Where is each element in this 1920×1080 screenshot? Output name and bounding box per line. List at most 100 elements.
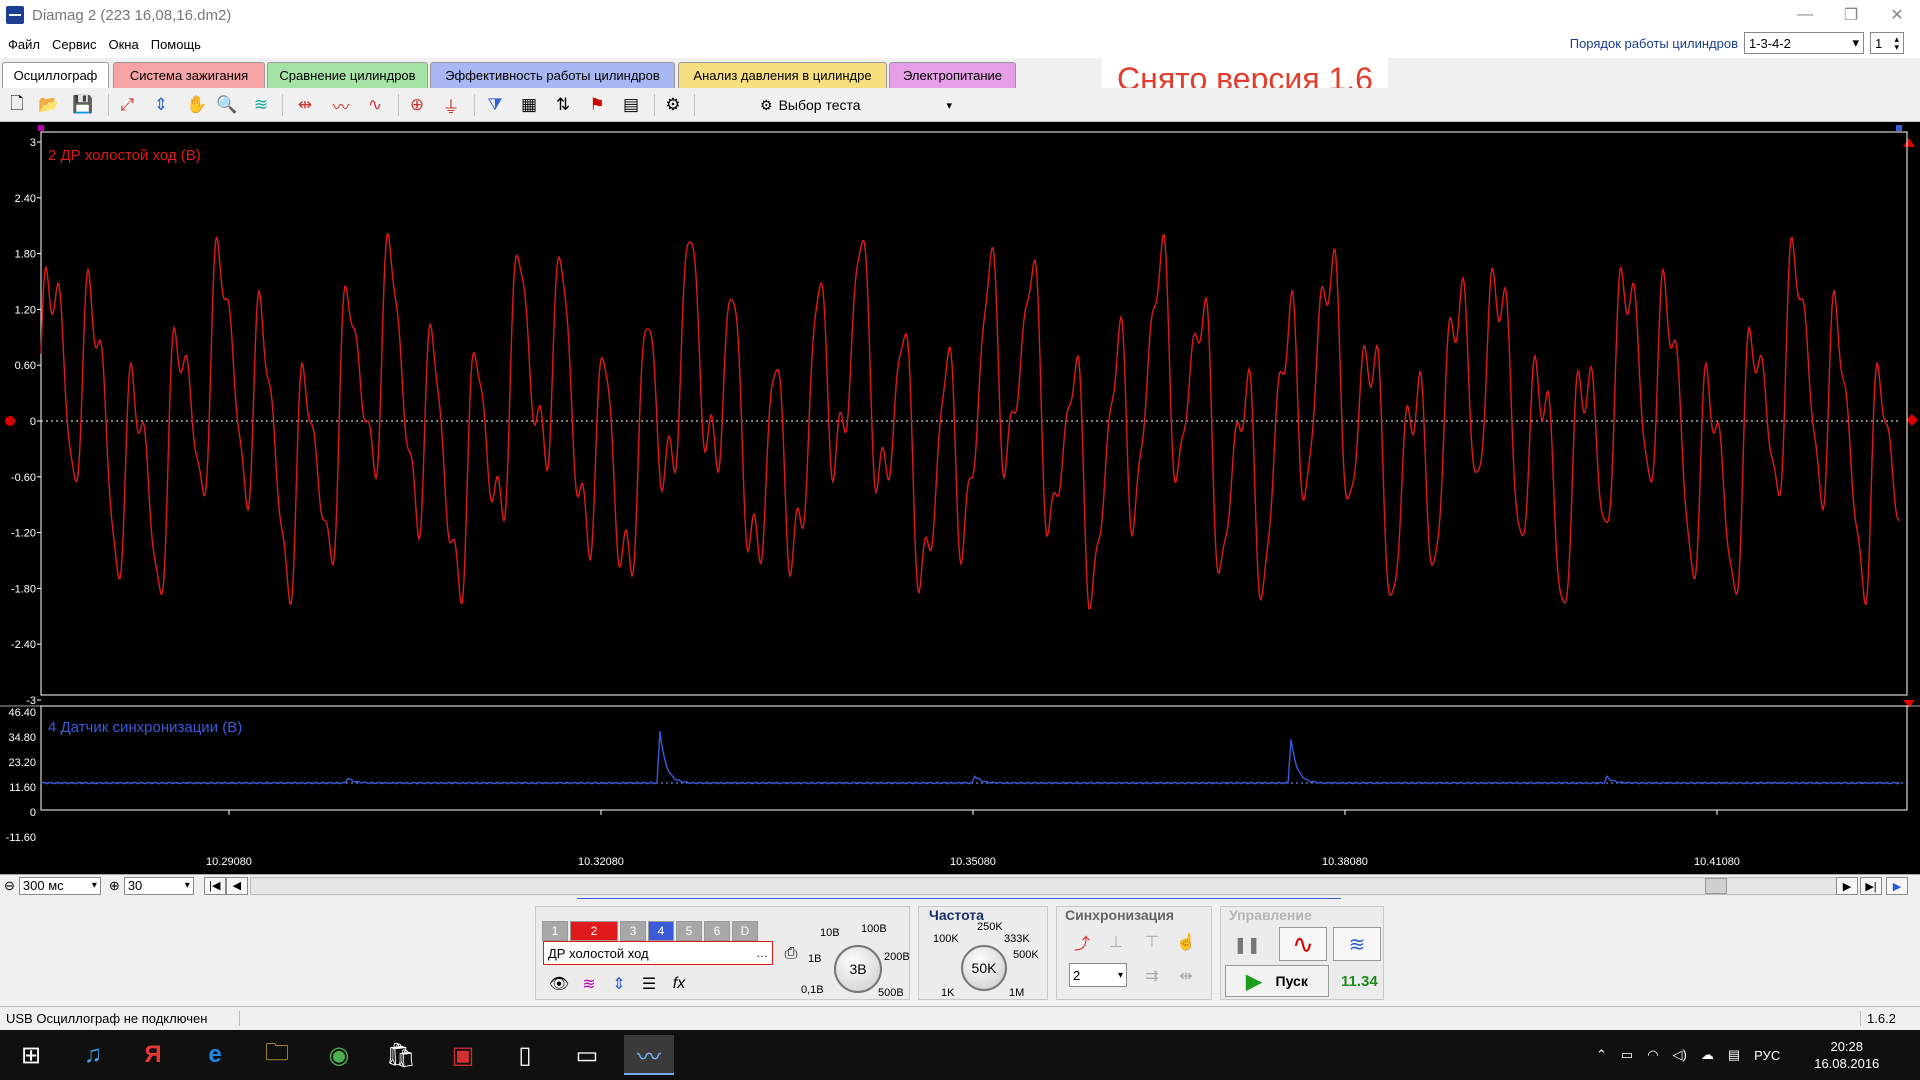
menu-windows[interactable]: Окна — [103, 37, 145, 52]
windows-start-icon[interactable]: ⊞ — [6, 1035, 56, 1075]
channel-tab-4[interactable]: 4 — [648, 921, 674, 941]
x-tick: 10.29080 — [206, 856, 252, 868]
cursor-curve-icon[interactable]: ⤢ — [114, 92, 140, 118]
test-select[interactable]: ⚙ Выбор теста ▾ — [760, 92, 952, 118]
store-icon[interactable]: 🛍 — [376, 1035, 426, 1075]
tab-ignition-system[interactable]: Система зажигания — [113, 62, 265, 88]
volume-icon[interactable]: ◁) — [1673, 1047, 1687, 1063]
measure-icon[interactable]: ⇕ — [148, 92, 174, 118]
chrome-icon[interactable]: ◉ — [314, 1035, 364, 1075]
wave-filter-icon[interactable]: ≋ — [576, 971, 602, 997]
sync-pointer-icon[interactable]: ☝ — [1173, 929, 1199, 955]
language-indicator[interactable]: РУС — [1754, 1048, 1780, 1063]
zoom-in-icon[interactable]: ⊕ — [109, 878, 120, 894]
function-icon[interactable]: fx — [666, 971, 692, 997]
timebase-select[interactable]: 300 мс ▾ — [18, 876, 101, 895]
channel-settings-icon[interactable]: ⎙ — [778, 941, 804, 967]
diamag-app-icon[interactable]: 〰 — [624, 1035, 674, 1075]
filter-icon[interactable]: ⧩ — [482, 92, 508, 118]
tray-chevron-icon[interactable]: ⌃ — [1596, 1047, 1607, 1063]
battery-icon[interactable]: ▭ — [1621, 1047, 1633, 1063]
go-start-button[interactable]: |◀ — [203, 876, 226, 895]
start-button[interactable]: ▶ Пуск — [1225, 965, 1329, 997]
frequency-knob-value: 50K — [971, 960, 997, 976]
go-end-button[interactable]: ▶| — [1860, 877, 1882, 895]
ch2-label: 2 ДР холостой ход (В) — [48, 147, 201, 164]
sync-down-icon[interactable]: ⊤ — [1139, 929, 1165, 955]
channel-tab-6[interactable]: 6 — [704, 921, 730, 941]
waves-icon[interactable]: 〰 — [328, 92, 354, 118]
flag-icon[interactable]: ⚑ — [584, 92, 610, 118]
yandex-browser-icon[interactable]: Я — [128, 1035, 178, 1075]
minimize-icon[interactable]: — — [1782, 0, 1828, 30]
page-icon[interactable]: ▤ — [618, 92, 644, 118]
menu-help[interactable]: Помощь — [145, 37, 207, 52]
grid-icon[interactable]: ▦ — [516, 92, 542, 118]
save-icon[interactable]: 💾 — [70, 92, 96, 118]
channel-tab-d[interactable]: D — [732, 921, 758, 941]
signal-name-field[interactable]: ДР холостой ход … — [543, 941, 773, 965]
more-icon[interactable]: … — [756, 946, 768, 960]
vertical-offset-icon[interactable]: ⇕ — [606, 971, 632, 997]
step-back-button[interactable]: ◀ — [225, 876, 248, 895]
network-icon[interactable]: ◠ — [1647, 1047, 1658, 1063]
zoom-out-icon[interactable]: ⊖ — [4, 878, 15, 894]
restore-icon[interactable]: ❐ — [1828, 0, 1874, 30]
channel-tab-2[interactable]: 2 — [570, 921, 618, 941]
oscilloscope-view[interactable]: 3 2.40 1.80 1.20 0.60 0 -0.60 -1.20 -1.80 -2.40 -3… — [0, 122, 1920, 874]
new-file-icon[interactable]: 🗋 — [4, 92, 30, 118]
play-icon[interactable]: ▶ — [1886, 877, 1908, 895]
oscilloscope-canvas[interactable]: 3 2.40 1.80 1.20 0.60 0 -0.60 -1.20 -1.80 -2.40 -3… — [0, 122, 1920, 874]
close-icon[interactable]: ✕ — [1874, 0, 1920, 30]
file-explorer-icon[interactable]: 🗀 — [252, 1035, 302, 1075]
points-select[interactable]: 30 ▾ — [123, 876, 194, 895]
auto-settings-icon[interactable]: ⚙ — [660, 92, 686, 118]
pause-icon[interactable]: ❚❚ — [1231, 929, 1263, 961]
menu-service[interactable]: Сервис — [46, 37, 103, 52]
cylinder-order-label: Порядок работы цилиндров — [1569, 35, 1738, 51]
menu-file[interactable]: Файл — [2, 37, 46, 52]
panel-range-slider[interactable] — [577, 898, 1341, 902]
open-folder-icon[interactable]: 📂 — [36, 92, 62, 118]
sync-channel-select[interactable]: 2 ▾ — [1069, 963, 1127, 987]
hand-pan-icon[interactable]: ✋ — [184, 92, 210, 118]
multi-wave-icon[interactable]: ≋ — [1333, 927, 1381, 961]
zoom-icon[interactable]: 🔍 — [214, 92, 240, 118]
tab-cylinder-pressure[interactable]: Анализ давления в цилиндре — [678, 62, 887, 88]
split-icon[interactable]: ⇅ — [550, 92, 576, 118]
frequency-knob[interactable]: 50K — [961, 945, 1007, 991]
sync-mode-icon[interactable]: ⇉ — [1139, 963, 1165, 989]
channel-tab-3[interactable]: 3 — [620, 921, 646, 941]
cylinder-order-select[interactable]: 1-3-4-2 ▾ — [1744, 32, 1864, 54]
edge-browser-icon[interactable]: e — [190, 1035, 240, 1075]
voltage-knob[interactable]: 3В — [834, 945, 882, 993]
layers-icon[interactable]: ≋ — [248, 92, 274, 118]
step-forward-button[interactable]: ▶ — [1836, 877, 1858, 895]
tab-cylinder-efficiency[interactable]: Эффективность работы цилиндров — [430, 62, 675, 88]
eye-icon[interactable]: 👁 — [546, 971, 572, 997]
tab-power-supply[interactable]: Электропитание — [889, 62, 1016, 88]
compress-icon[interactable]: ⇹ — [292, 92, 318, 118]
sync-up-icon[interactable]: ⊥ — [1103, 929, 1129, 955]
channel-tab-5[interactable]: 5 — [676, 921, 702, 941]
archive-app-icon[interactable]: ▣ — [438, 1035, 488, 1075]
tab-cylinder-comparison[interactable]: Сравнение цилиндров — [267, 62, 428, 88]
channel-tab-1[interactable]: 1 — [542, 921, 568, 941]
rising-edge-icon[interactable]: ⤴ — [1069, 929, 1095, 955]
signal-shape-icon[interactable]: ∿ — [362, 92, 388, 118]
notification-icon[interactable]: ▤ — [1728, 1047, 1740, 1063]
cylinder-number-stepper[interactable]: 1 ▴ ▾ — [1870, 32, 1904, 54]
horizontal-scrollbar[interactable] — [250, 877, 1844, 895]
clock[interactable]: 20:28 16.08.2016 — [1814, 1038, 1879, 1072]
document-icon[interactable]: ▯ — [500, 1035, 550, 1075]
sine-mode-icon[interactable]: ∿ — [1279, 927, 1327, 961]
zero-level-icon[interactable]: ⏚ — [438, 92, 464, 118]
sync-merge-icon[interactable]: ⇹ — [1173, 963, 1199, 989]
music-app-icon[interactable]: ♫ — [68, 1035, 118, 1075]
auto-scale-icon[interactable]: ⊕ — [404, 92, 430, 118]
scrollbar-thumb[interactable] — [1705, 878, 1727, 894]
lines-icon[interactable]: ☰ — [636, 971, 662, 997]
tab-oscilloscope[interactable]: Осциллограф — [2, 62, 109, 88]
remote-desktop-icon[interactable]: ▭ — [562, 1035, 612, 1075]
cloud-icon[interactable]: ☁ — [1701, 1047, 1714, 1063]
